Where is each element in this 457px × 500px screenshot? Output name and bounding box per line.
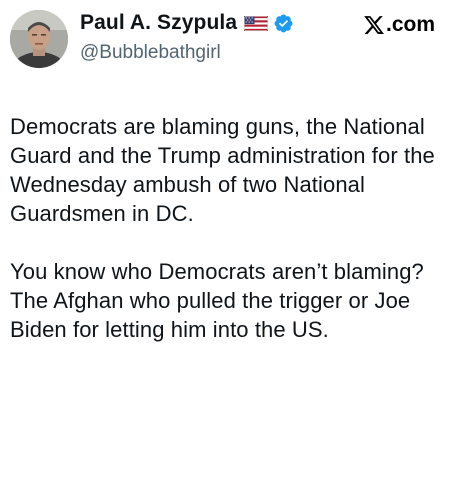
author-display-name[interactable]: Paul A. Szypula — [80, 11, 237, 35]
post-paragraph: You know who Democrats aren’t blaming? T… — [10, 259, 424, 342]
x-logo-icon — [363, 14, 385, 36]
post-paragraph: Democrats are blaming guns, the National… — [10, 114, 435, 226]
author-handle[interactable]: @Bubblebathgirl — [80, 42, 360, 64]
name-row: Paul A. Szypula — [80, 8, 360, 38]
verified-icon — [273, 13, 294, 34]
x-brand-watermark: .com — [363, 12, 435, 38]
post-card: Paul A. Szypula @Bubblebathgirl .com Dem… — [0, 0, 457, 500]
post-body: Democrats are blaming guns, the National… — [10, 112, 450, 344]
brand-domain-text: .com — [385, 13, 435, 36]
author-identity: Paul A. Szypula @Bubblebathgirl — [80, 8, 360, 64]
post-header: Paul A. Szypula @Bubblebathgirl .com — [10, 8, 447, 78]
us-flag-icon — [244, 15, 269, 31]
avatar[interactable] — [10, 10, 68, 68]
